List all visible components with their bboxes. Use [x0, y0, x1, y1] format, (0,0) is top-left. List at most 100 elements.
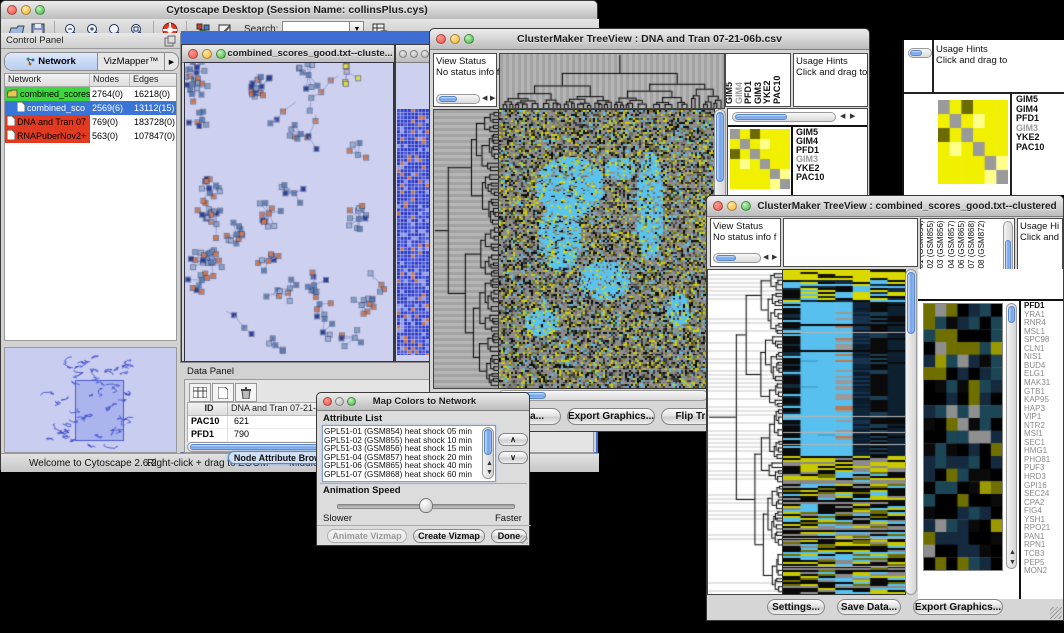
scroll-left-arrow[interactable]: ◀ — [840, 112, 845, 122]
move-down-button[interactable]: ∨ — [498, 451, 528, 464]
network-row[interactable]: combined_scores_2764(0)16218(0) — [5, 87, 176, 101]
gene-vscroll[interactable]: ▲ ▼ — [1006, 303, 1017, 569]
move-up-button[interactable]: ∧ — [498, 433, 528, 446]
main-titlebar[interactable]: Cytoscape Desktop (Session Name: collins… — [1, 1, 597, 20]
column-dendrogram-area[interactable] — [783, 218, 918, 267]
attribute-select-icon[interactable] — [189, 383, 211, 402]
column-dendrogram[interactable] — [499, 53, 725, 109]
gene-label[interactable]: GIM5 — [1016, 94, 1038, 104]
dense-network-canvas[interactable] — [397, 109, 429, 355]
scroll-thumb[interactable] — [716, 255, 736, 261]
close-button[interactable] — [323, 397, 332, 406]
network-view-titlebar[interactable]: combined_scores_good.txt--cluste... — [182, 45, 394, 63]
scroll-thumb[interactable] — [484, 429, 492, 455]
delete-attribute-icon[interactable] — [235, 383, 257, 402]
create-vizmap-button[interactable]: Create Vizmap — [413, 529, 485, 543]
yellow-heatmap-zoom[interactable] — [730, 129, 790, 189]
minimize-button[interactable] — [410, 50, 418, 58]
column-label[interactable]: PAC10 — [772, 76, 782, 104]
treeview-dna-titlebar[interactable]: ClusterMaker TreeView : DNA and Tran 07-… — [430, 29, 869, 50]
row-dendrogram[interactable] — [433, 109, 499, 389]
scroll-thumb[interactable] — [439, 96, 457, 102]
heatmap-canvas[interactable] — [498, 109, 715, 389]
animate-vizmap-button[interactable]: Animate Vizmap — [327, 529, 407, 543]
network-row[interactable]: DNA and Tran 07769(0)183728(0) — [5, 115, 176, 129]
list-vscroll[interactable]: ▲ ▼ — [482, 427, 494, 479]
heatmap-canvas[interactable] — [782, 269, 906, 595]
zoom-button[interactable] — [464, 34, 474, 44]
settings-button[interactable]: Settings... — [767, 599, 825, 615]
speed-slider[interactable] — [337, 498, 513, 512]
col-nodes[interactable]: Nodes — [90, 74, 130, 86]
zoom-button[interactable] — [741, 201, 751, 211]
network-edges: 107847(0) — [132, 131, 176, 141]
network-overview[interactable] — [4, 347, 177, 453]
resize-grip[interactable] — [519, 535, 528, 544]
scroll-thumb[interactable] — [907, 272, 915, 334]
view-status-hscroll[interactable] — [713, 253, 761, 263]
close-button[interactable] — [188, 49, 198, 59]
float-panel-icon[interactable] — [164, 34, 176, 52]
treeview-combined-titlebar[interactable]: ClusterMaker TreeView : combined_scores_… — [707, 196, 1063, 217]
minimize-button[interactable] — [21, 5, 31, 15]
scroll-thumb[interactable] — [716, 112, 724, 182]
gene-label[interactable]: PFD1 — [1016, 113, 1039, 123]
scroll-thumb[interactable] — [735, 114, 787, 120]
zoom-button[interactable] — [421, 50, 429, 58]
gene-label[interactable]: GIM4 — [1016, 104, 1038, 114]
close-button[interactable] — [7, 5, 17, 15]
column-label[interactable]: GIM5 — [725, 82, 734, 104]
tab-overflow-button[interactable]: ▶ — [165, 53, 178, 70]
gene-label[interactable]: MON2 — [1024, 566, 1047, 575]
col-edges[interactable]: Edges — [130, 74, 176, 86]
gene-label[interactable]: PAC10 — [796, 172, 824, 182]
scroll-left-arrow[interactable]: ◀ — [482, 94, 487, 104]
gene-label[interactable]: PAC10 — [1016, 142, 1044, 152]
zoom-button[interactable] — [347, 397, 356, 406]
heatmap-vscroll[interactable] — [905, 269, 917, 595]
close-button[interactable] — [436, 34, 446, 44]
new-attribute-icon[interactable] — [212, 383, 234, 402]
gene-label[interactable]: YKE2 — [1016, 132, 1040, 142]
yellow-heatmap-zoom[interactable] — [938, 100, 1008, 184]
close-button[interactable] — [713, 201, 723, 211]
minimize-button[interactable] — [202, 49, 212, 59]
scroll-right-arrow[interactable]: ▶ — [850, 112, 855, 122]
export-graphics-button[interactable]: Export Graphics... — [913, 599, 1003, 615]
minimize-button[interactable] — [335, 397, 344, 406]
scroll-left-arrow[interactable]: ◀ — [763, 253, 768, 263]
col-network[interactable]: Network — [5, 74, 90, 86]
network-row[interactable]: combined_sco2569(6)13112(15) — [5, 101, 176, 115]
scroll-thumb[interactable] — [1008, 306, 1015, 323]
close-button[interactable] — [399, 50, 407, 58]
scroll-down-arrow[interactable]: ▼ — [486, 468, 493, 478]
network-tab-icon — [26, 57, 35, 66]
network-canvas[interactable] — [185, 63, 391, 359]
zoom-button[interactable] — [35, 5, 45, 15]
attribute-item[interactable]: GPL51-07 (GSM868) heat shock 60 min — [324, 470, 481, 479]
scroll-up-arrow[interactable]: ▲ — [1009, 548, 1016, 558]
export-graphics-button[interactable]: Export Graphics... — [567, 408, 655, 425]
slider-thumb[interactable] — [419, 498, 433, 513]
resize-grip[interactable] — [1050, 607, 1062, 619]
save-data-button[interactable]: Save Data... — [837, 599, 901, 615]
tab-network[interactable]: Network — [5, 53, 98, 70]
row-dendrogram[interactable] — [707, 269, 783, 595]
scroll-down-arrow[interactable]: ▼ — [1009, 558, 1016, 568]
fragment-hscroll[interactable] — [908, 48, 932, 58]
gene-label[interactable]: GIM3 — [1016, 123, 1038, 133]
minimize-button[interactable] — [450, 34, 460, 44]
column-label[interactable]: YKE2 — [762, 80, 772, 104]
zoom-button[interactable] — [216, 49, 226, 59]
zoom-hscroll[interactable] — [732, 112, 836, 122]
scroll-right-arrow[interactable]: ▶ — [490, 94, 495, 104]
view-status-hscroll[interactable] — [436, 94, 480, 104]
id-column-header[interactable]: ID — [188, 403, 228, 415]
tab-vizmapper[interactable]: VizMapper™ — [98, 53, 165, 70]
network-row[interactable]: RNAPuberNov2+563(0)107847(0) — [5, 129, 176, 143]
scroll-right-arrow[interactable]: ▶ — [772, 253, 777, 263]
minimize-button[interactable] — [727, 201, 737, 211]
zoomed-heatmap[interactable] — [923, 303, 1003, 571]
dialog-titlebar[interactable]: Map Colors to Network — [317, 393, 529, 411]
column-label[interactable]: PFD1 — [743, 81, 753, 104]
